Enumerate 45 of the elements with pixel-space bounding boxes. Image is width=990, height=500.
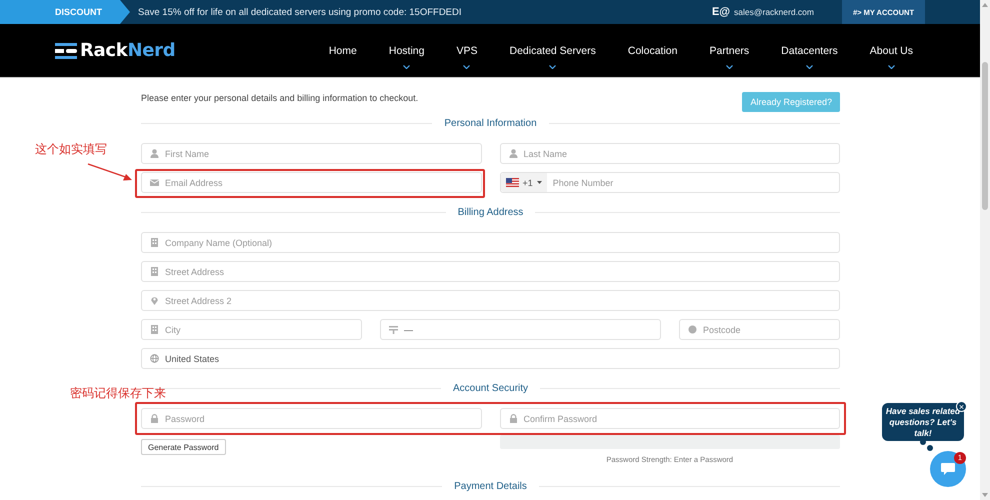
chat-icon	[940, 462, 956, 476]
dot-icon	[688, 325, 697, 334]
discount-badge: DISCOUNT	[0, 0, 130, 24]
lock-icon	[508, 414, 518, 423]
person-icon	[508, 149, 518, 158]
logo-text[interactable]: RackNerd	[80, 40, 176, 61]
phone-field[interactable]: +1 Phone Number	[500, 172, 840, 193]
email-glyph: E@	[712, 6, 730, 18]
select-field[interactable]: —	[380, 319, 661, 340]
section-heading: Payment Details	[454, 481, 527, 492]
email-link[interactable]: sales@racknerd.com	[734, 7, 814, 17]
dial-code[interactable]: +1	[522, 178, 533, 188]
building-icon	[150, 267, 159, 276]
arrow-icon	[87, 163, 133, 181]
flag-icon	[506, 178, 518, 187]
signpost-icon	[389, 325, 398, 334]
globe-icon	[150, 354, 159, 363]
nav-link[interactable]: Datacenters	[781, 44, 838, 56]
scroll-down-icon[interactable]	[982, 493, 988, 497]
logo-icon	[55, 42, 77, 58]
section-heading: Billing Address	[458, 207, 524, 218]
nav-link[interactable]: About Us	[870, 44, 913, 56]
lock-icon	[150, 414, 159, 423]
section-heading: Account Security	[452, 383, 528, 394]
annotation-note: 这个如实填写	[35, 141, 107, 158]
map-pin-icon	[150, 296, 159, 305]
nav-link[interactable]: Partners	[709, 44, 750, 56]
promo-text: Save 15% off for life on all dedicated servers using promo code: 15OFFDEDI	[138, 6, 462, 18]
annotation-note: 密码记得保存下来	[70, 385, 166, 402]
caret-icon	[536, 181, 542, 184]
section-heading: Personal Information	[444, 118, 537, 129]
generate-password-button[interactable]: Generate Password	[141, 439, 226, 455]
person-icon	[150, 149, 159, 158]
nav-link[interactable]: Colocation	[628, 44, 678, 56]
nav-link[interactable]: Dedicated Servers	[509, 44, 596, 56]
intro-text: Please enter your personal details and billing information to checkout.	[141, 93, 418, 103]
scroll-up-icon[interactable]	[982, 3, 988, 7]
chat-launcher-button[interactable]	[930, 451, 966, 487]
building-icon	[150, 238, 159, 247]
building-icon	[150, 325, 159, 334]
nav-link[interactable]: VPS	[456, 44, 478, 56]
nav-link[interactable]: Hosting	[388, 44, 424, 56]
select-field[interactable]: United States	[141, 348, 840, 369]
nav-link[interactable]: Home	[328, 44, 357, 56]
envelope-icon	[150, 178, 159, 187]
